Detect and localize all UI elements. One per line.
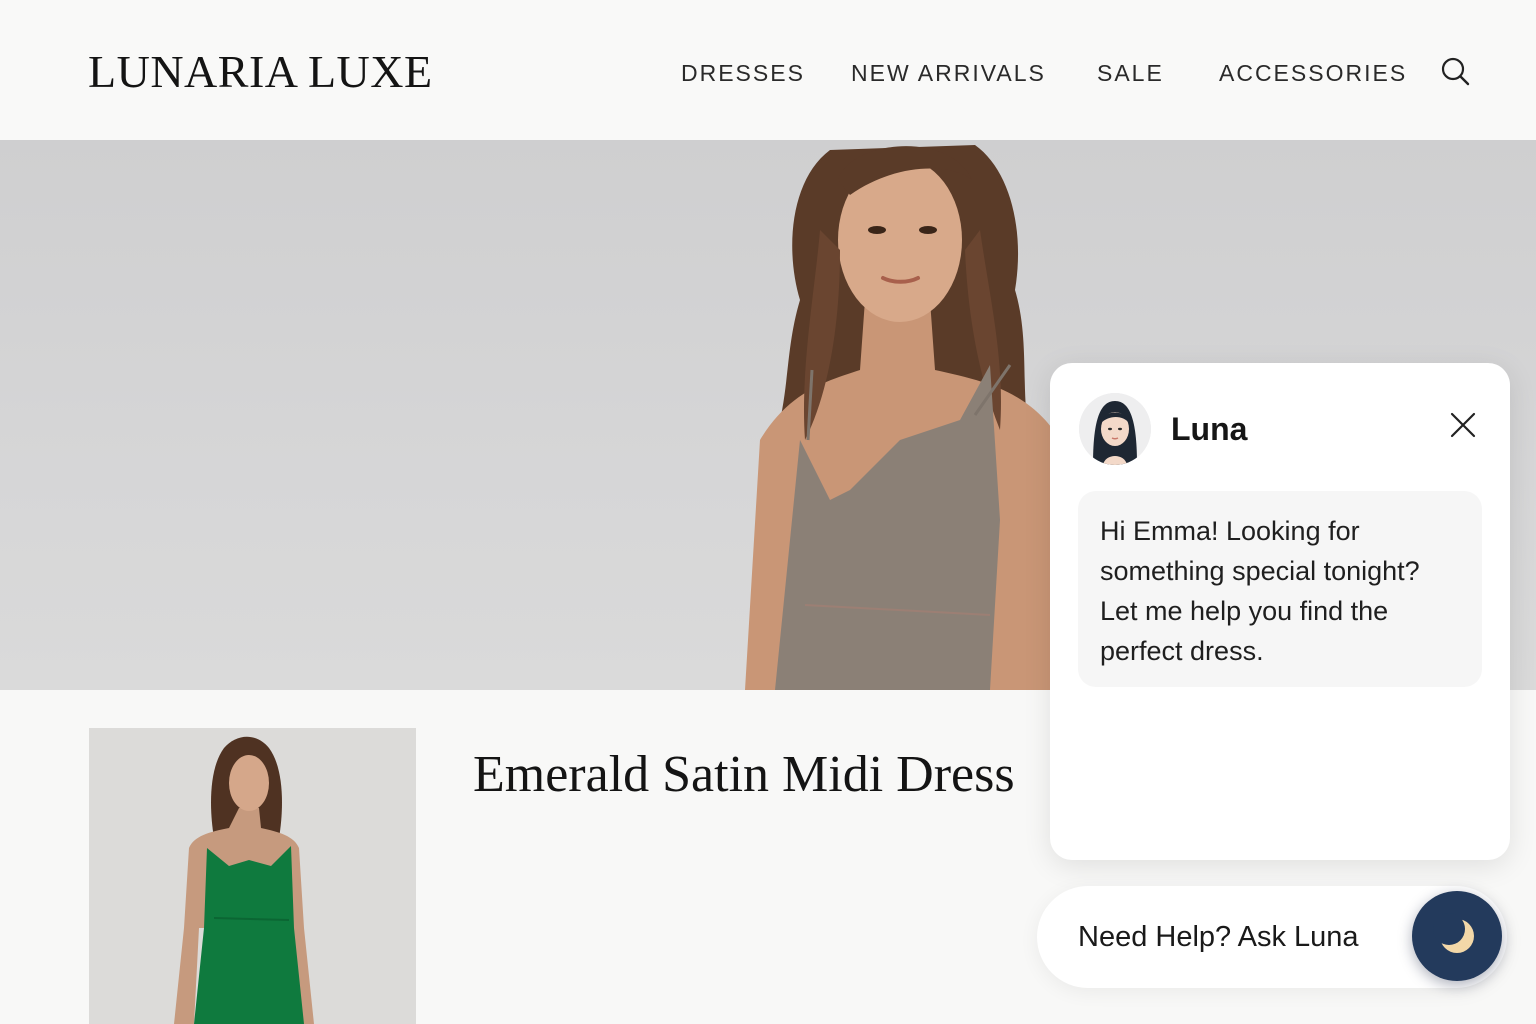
product-title: Emerald Satin Midi Dress: [473, 746, 1015, 803]
nav-dresses[interactable]: DRESSES: [681, 58, 805, 88]
assistant-avatar: [1079, 393, 1151, 465]
nav-accessories[interactable]: ACCESSORIES: [1219, 58, 1407, 88]
ask-luna-label: Need Help? Ask Luna: [1078, 921, 1359, 953]
nav-sale[interactable]: SALE: [1097, 58, 1164, 88]
chat-launcher-button[interactable]: [1412, 891, 1502, 981]
site-header: LUNARIA LUXE DRESSES NEW ARRIVALS SALE A…: [0, 0, 1536, 140]
assistant-name: Luna: [1171, 411, 1248, 447]
search-icon[interactable]: [1438, 54, 1472, 88]
brand-logo[interactable]: LUNARIA LUXE: [88, 46, 433, 98]
product-image[interactable]: [89, 728, 416, 1024]
nav-new-arrivals[interactable]: NEW ARRIVALS: [851, 58, 1046, 88]
assistant-message: Hi Emma! Looking for something special t…: [1078, 491, 1482, 687]
chat-panel: Luna Hi Emma! Looking for something spec…: [1050, 363, 1510, 860]
moon-icon: [1433, 913, 1474, 953]
close-icon[interactable]: [1448, 410, 1478, 440]
